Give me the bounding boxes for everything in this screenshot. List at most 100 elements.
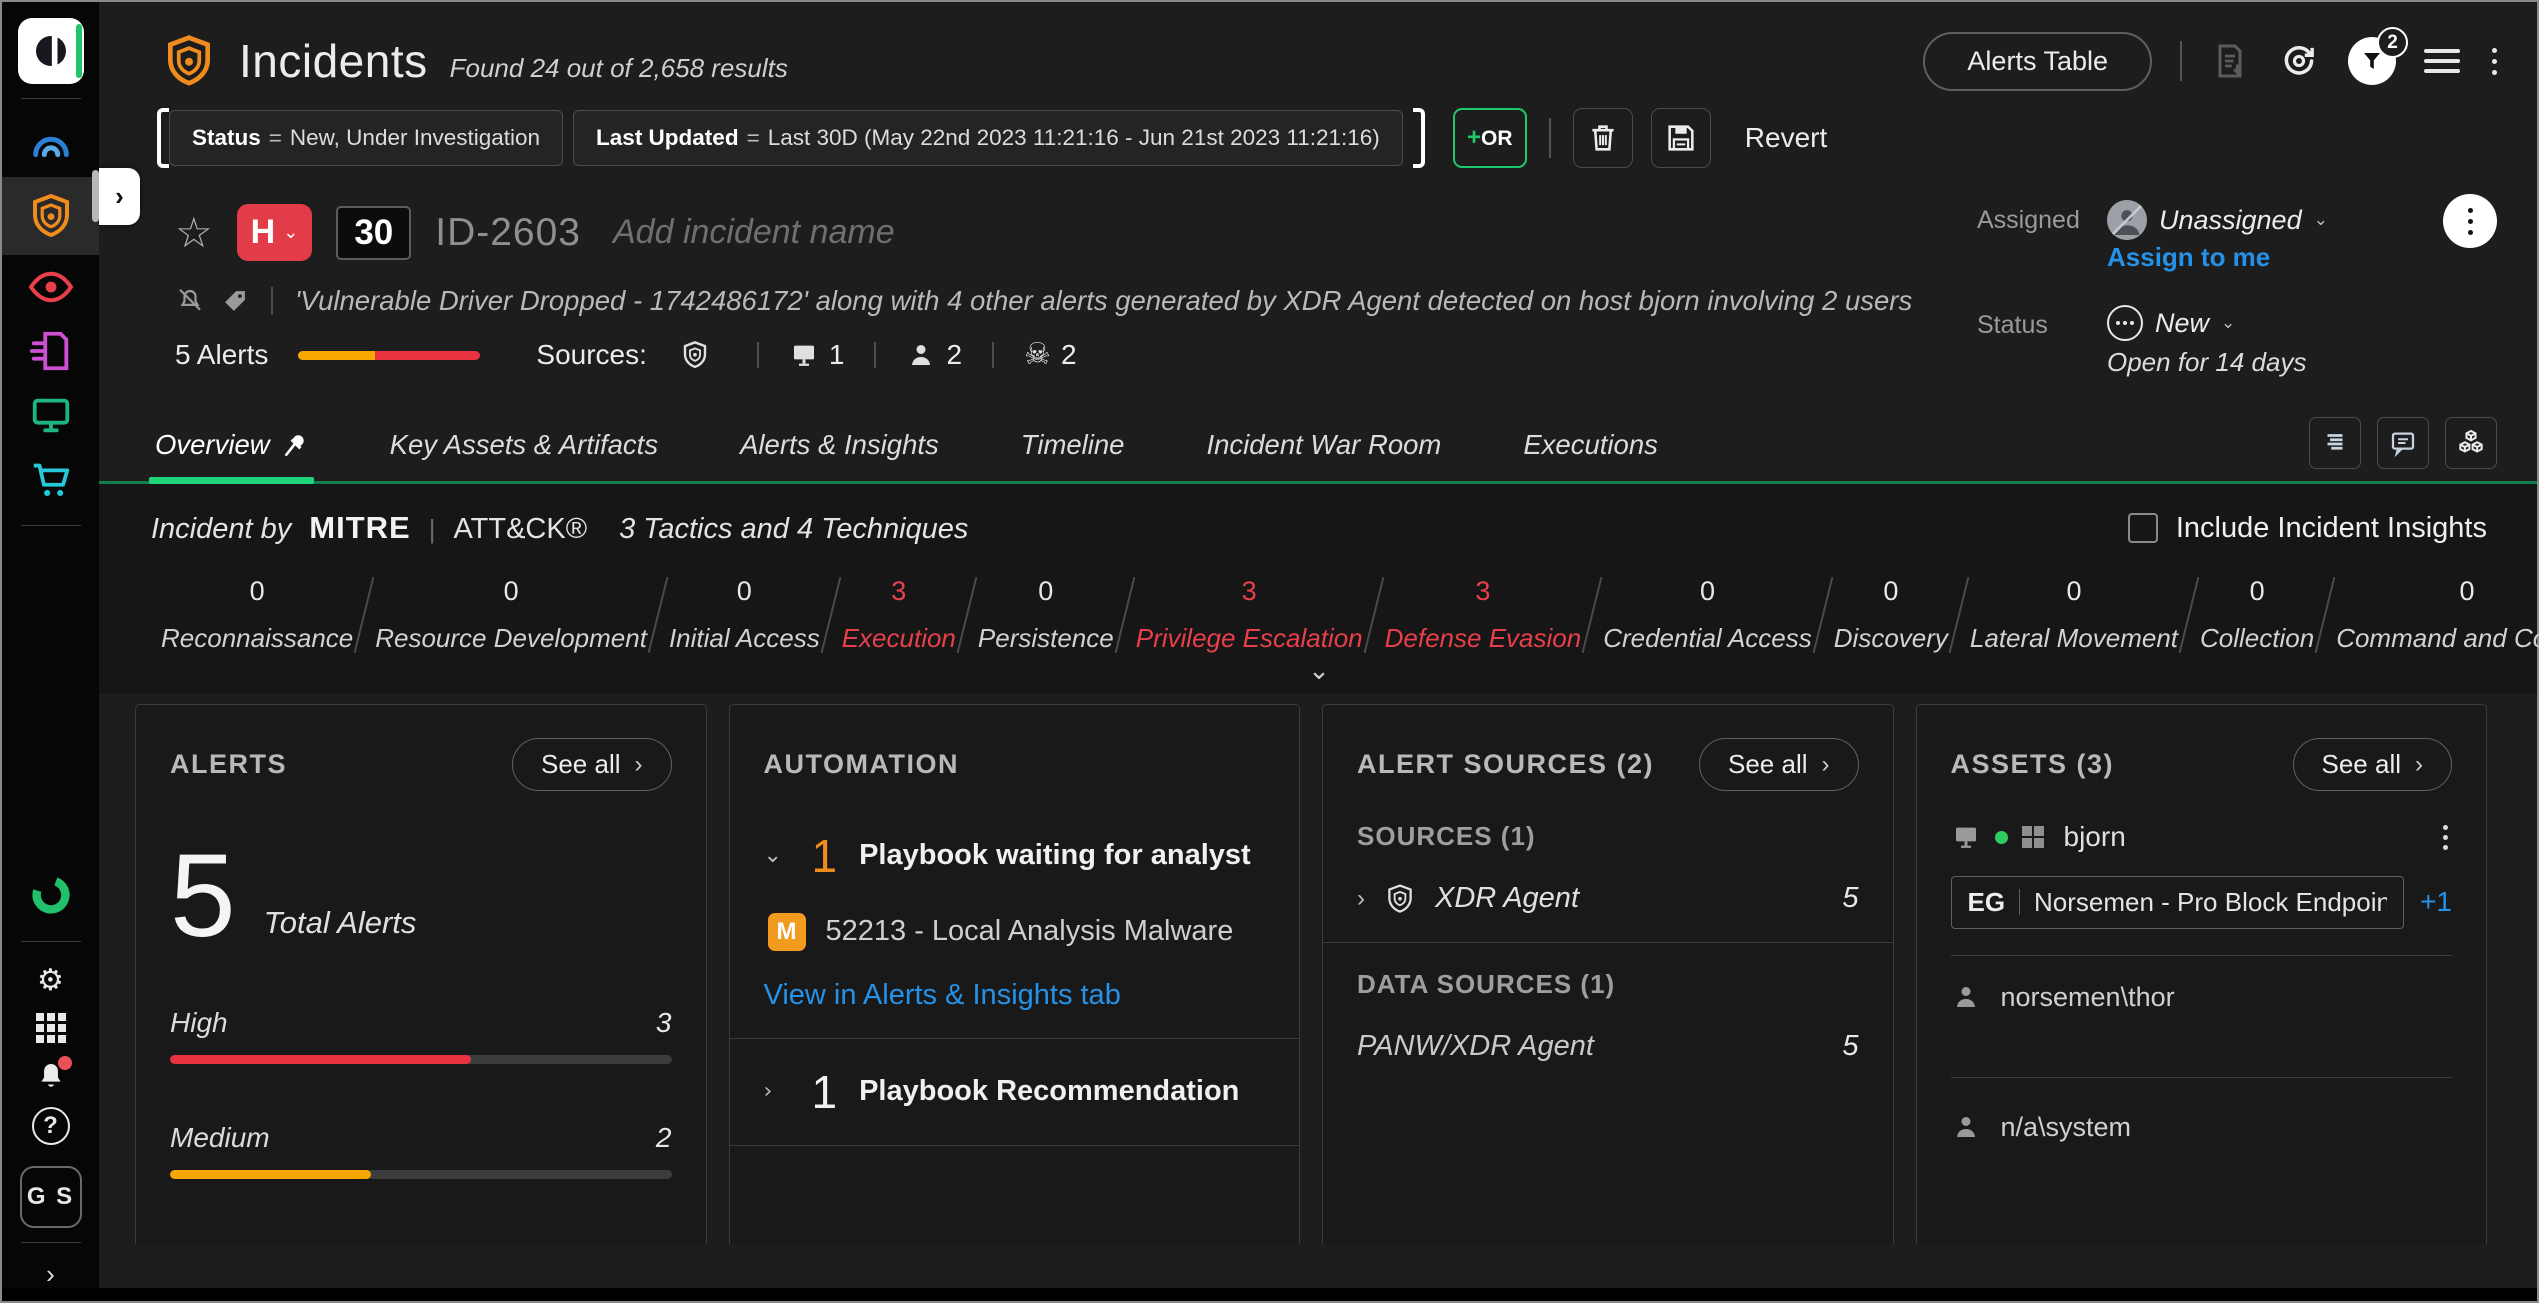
chevron-down-icon[interactable]: ⌄ <box>764 843 790 868</box>
assign-to-me-link[interactable]: Assign to me <box>2107 242 2328 273</box>
tactic-privilege-escalation[interactable]: 3 Privilege Escalation <box>1126 576 1373 654</box>
user-avatar[interactable]: G S <box>20 1166 82 1228</box>
incident-actions-button[interactable] <box>2443 194 2497 248</box>
chevron-right-icon[interactable]: › <box>1357 885 1365 913</box>
cortex-logo[interactable] <box>18 18 84 84</box>
chevron-down-icon: ⌄ <box>283 222 298 243</box>
tactic-discovery[interactable]: 0 Discovery <box>1824 576 1958 654</box>
apps-launcher-button[interactable] <box>2 1004 99 1052</box>
sidebar-item-endpoints[interactable] <box>2 383 99 447</box>
tactic-reconnaissance[interactable]: 0 Reconnaissance <box>151 576 363 654</box>
automation-alert-item[interactable]: M 52213 - Local Analysis Malware <box>768 913 1266 951</box>
medium-severity-bar <box>170 1170 672 1179</box>
bell-slash-icon[interactable] <box>175 286 205 316</box>
delete-filter-button[interactable] <box>1573 108 1633 168</box>
incident-meta: Assigned Unassigned ⌄ <box>1977 200 2377 390</box>
sidebar-item-incidents[interactable] <box>2 177 99 255</box>
settings-button[interactable]: ⚙ <box>2 956 99 1004</box>
tab-overview[interactable]: Overview <box>155 415 308 481</box>
refresh-button[interactable] <box>2278 40 2320 82</box>
tactic-count: 0 <box>2459 576 2474 607</box>
assets-see-all-button[interactable]: See all › <box>2293 738 2453 791</box>
tactic-initial-access[interactable]: 0 Initial Access <box>659 576 830 654</box>
menu-button[interactable] <box>2424 49 2460 73</box>
tab-alerts-insights[interactable]: Alerts & Insights <box>740 415 939 481</box>
alerts-table-button[interactable]: Alerts Table <box>1923 32 2152 91</box>
user-icon <box>906 340 936 370</box>
tactic-name: Initial Access <box>669 623 820 654</box>
tactic-resource-development[interactable]: 0 Resource Development <box>365 576 657 654</box>
xdr-agent-source-row[interactable]: › XDR Agent 5 <box>1357 882 1859 916</box>
collapse-chevron-icon[interactable]: ⌄ <box>1308 664 1330 680</box>
card-divider <box>1951 955 2453 956</box>
tactic-defense-evasion[interactable]: 3 Defense Evasion <box>1375 576 1592 654</box>
tactic-name: Execution <box>842 623 956 654</box>
include-insights-checkbox[interactable] <box>2128 513 2158 543</box>
filter-chip-status[interactable]: Status = New, Under Investigation <box>169 110 563 166</box>
user-asset-row[interactable]: norsemen\thor <box>1951 982 2453 1013</box>
status-dropdown[interactable]: New ⌄ <box>2107 305 2306 341</box>
tactic-name: Reconnaissance <box>161 623 353 654</box>
expand-panel-tab[interactable]: › <box>99 168 140 225</box>
sidebar-item-marketplace[interactable] <box>2 447 99 511</box>
summary-view-button[interactable] <box>2309 417 2361 469</box>
alert-sources-card: ALERT SOURCES (2) See all › SOURCES (1) … <box>1322 704 1894 1244</box>
alert-sources-see-all-button[interactable]: See all › <box>1699 738 1859 791</box>
more-options-button[interactable] <box>2488 44 2501 79</box>
view-alerts-insights-link[interactable]: View in Alerts & Insights tab <box>764 979 1121 1012</box>
tab-executions[interactable]: Executions <box>1523 415 1658 481</box>
include-insights-control[interactable]: Include Incident Insights <box>2128 512 2487 545</box>
tab-timeline[interactable]: Timeline <box>1021 415 1125 481</box>
endpoint-group-more-link[interactable]: +1 <box>2420 886 2452 918</box>
alerts-count-label: 5 Alerts <box>175 339 268 371</box>
filter-chip-last-updated[interactable]: Last Updated = Last 30D (May 22nd 2023 1… <box>573 110 1403 166</box>
tactic-collection[interactable]: 0 Collection <box>2190 576 2324 654</box>
incident-name-input[interactable]: Add incident name <box>613 213 895 252</box>
chevron-right-icon[interactable]: › <box>764 1079 790 1104</box>
severity-value: H <box>251 213 276 252</box>
panw-xdr-agent-row[interactable]: PANW/XDR Agent 5 <box>1357 1030 1859 1063</box>
building-blocks-button[interactable] <box>2445 417 2497 469</box>
sidebar-item-threat-intel[interactable] <box>2 255 99 319</box>
cubes-icon <box>2455 427 2487 459</box>
chevron-right-icon: › <box>115 181 124 212</box>
sidebar-item-automation-ring[interactable] <box>2 863 99 927</box>
tactic-lateral-movement[interactable]: 0 Lateral Movement <box>1960 576 2188 654</box>
alerts-see-all-button[interactable]: See all › <box>512 738 672 791</box>
severity-dropdown[interactable]: H ⌄ <box>237 204 313 261</box>
host-asset-row[interactable]: bjorn <box>1951 821 2453 854</box>
comments-button[interactable] <box>2377 417 2429 469</box>
add-or-filter-button[interactable]: +OR <box>1453 108 1527 168</box>
tactic-execution[interactable]: 3 Execution <box>832 576 966 654</box>
tactic-command-and-control[interactable]: 0 Command and Control <box>2326 576 2539 654</box>
filters-button[interactable]: 2 <box>2348 37 2396 85</box>
tab-war-room[interactable]: Incident War Room <box>1206 415 1441 481</box>
users-count-group[interactable]: 2 <box>906 339 962 371</box>
hosts-count: 1 <box>829 339 845 371</box>
host-icon <box>789 340 819 370</box>
tab-key-assets[interactable]: Key Assets & Artifacts <box>390 415 658 481</box>
star-icon[interactable]: ☆ <box>175 212 213 254</box>
revert-button[interactable]: Revert <box>1745 122 1827 154</box>
tag-icon[interactable] <box>221 287 249 315</box>
hosts-count-group[interactable]: 1 <box>789 339 845 371</box>
host-online-dot <box>1995 831 2008 844</box>
export-report-button[interactable] <box>2210 41 2250 81</box>
playbook-recommendation-row[interactable]: › 1 Playbook Recommendation <box>764 1065 1266 1119</box>
endpoint-group-chip[interactable]: EG Norsemen - Pro Block Endpoin... <box>1951 876 2405 929</box>
sidebar-item-xsiam[interactable] <box>2 113 99 177</box>
monitor-icon <box>28 392 74 438</box>
playbook-waiting-row[interactable]: ⌄ 1 Playbook waiting for analyst <box>764 829 1266 883</box>
notifications-button[interactable] <box>2 1052 99 1100</box>
save-filter-button[interactable] <box>1651 108 1711 168</box>
sidebar-scrollbar-thumb[interactable] <box>92 170 99 222</box>
sidebar-item-reports[interactable] <box>2 319 99 383</box>
assignee-dropdown[interactable]: Unassigned ⌄ <box>2107 200 2328 240</box>
threat-count-group[interactable]: ☠ 2 <box>1024 339 1076 371</box>
user-asset-row[interactable]: n/a\system <box>1951 1112 2453 1143</box>
tactic-persistence[interactable]: 0 Persistence <box>968 576 1124 654</box>
help-button[interactable]: ? <box>2 1100 99 1152</box>
tactic-credential-access[interactable]: 0 Credential Access <box>1593 576 1822 654</box>
tab-label: Timeline <box>1021 429 1125 461</box>
host-actions-button[interactable] <box>2439 821 2452 854</box>
